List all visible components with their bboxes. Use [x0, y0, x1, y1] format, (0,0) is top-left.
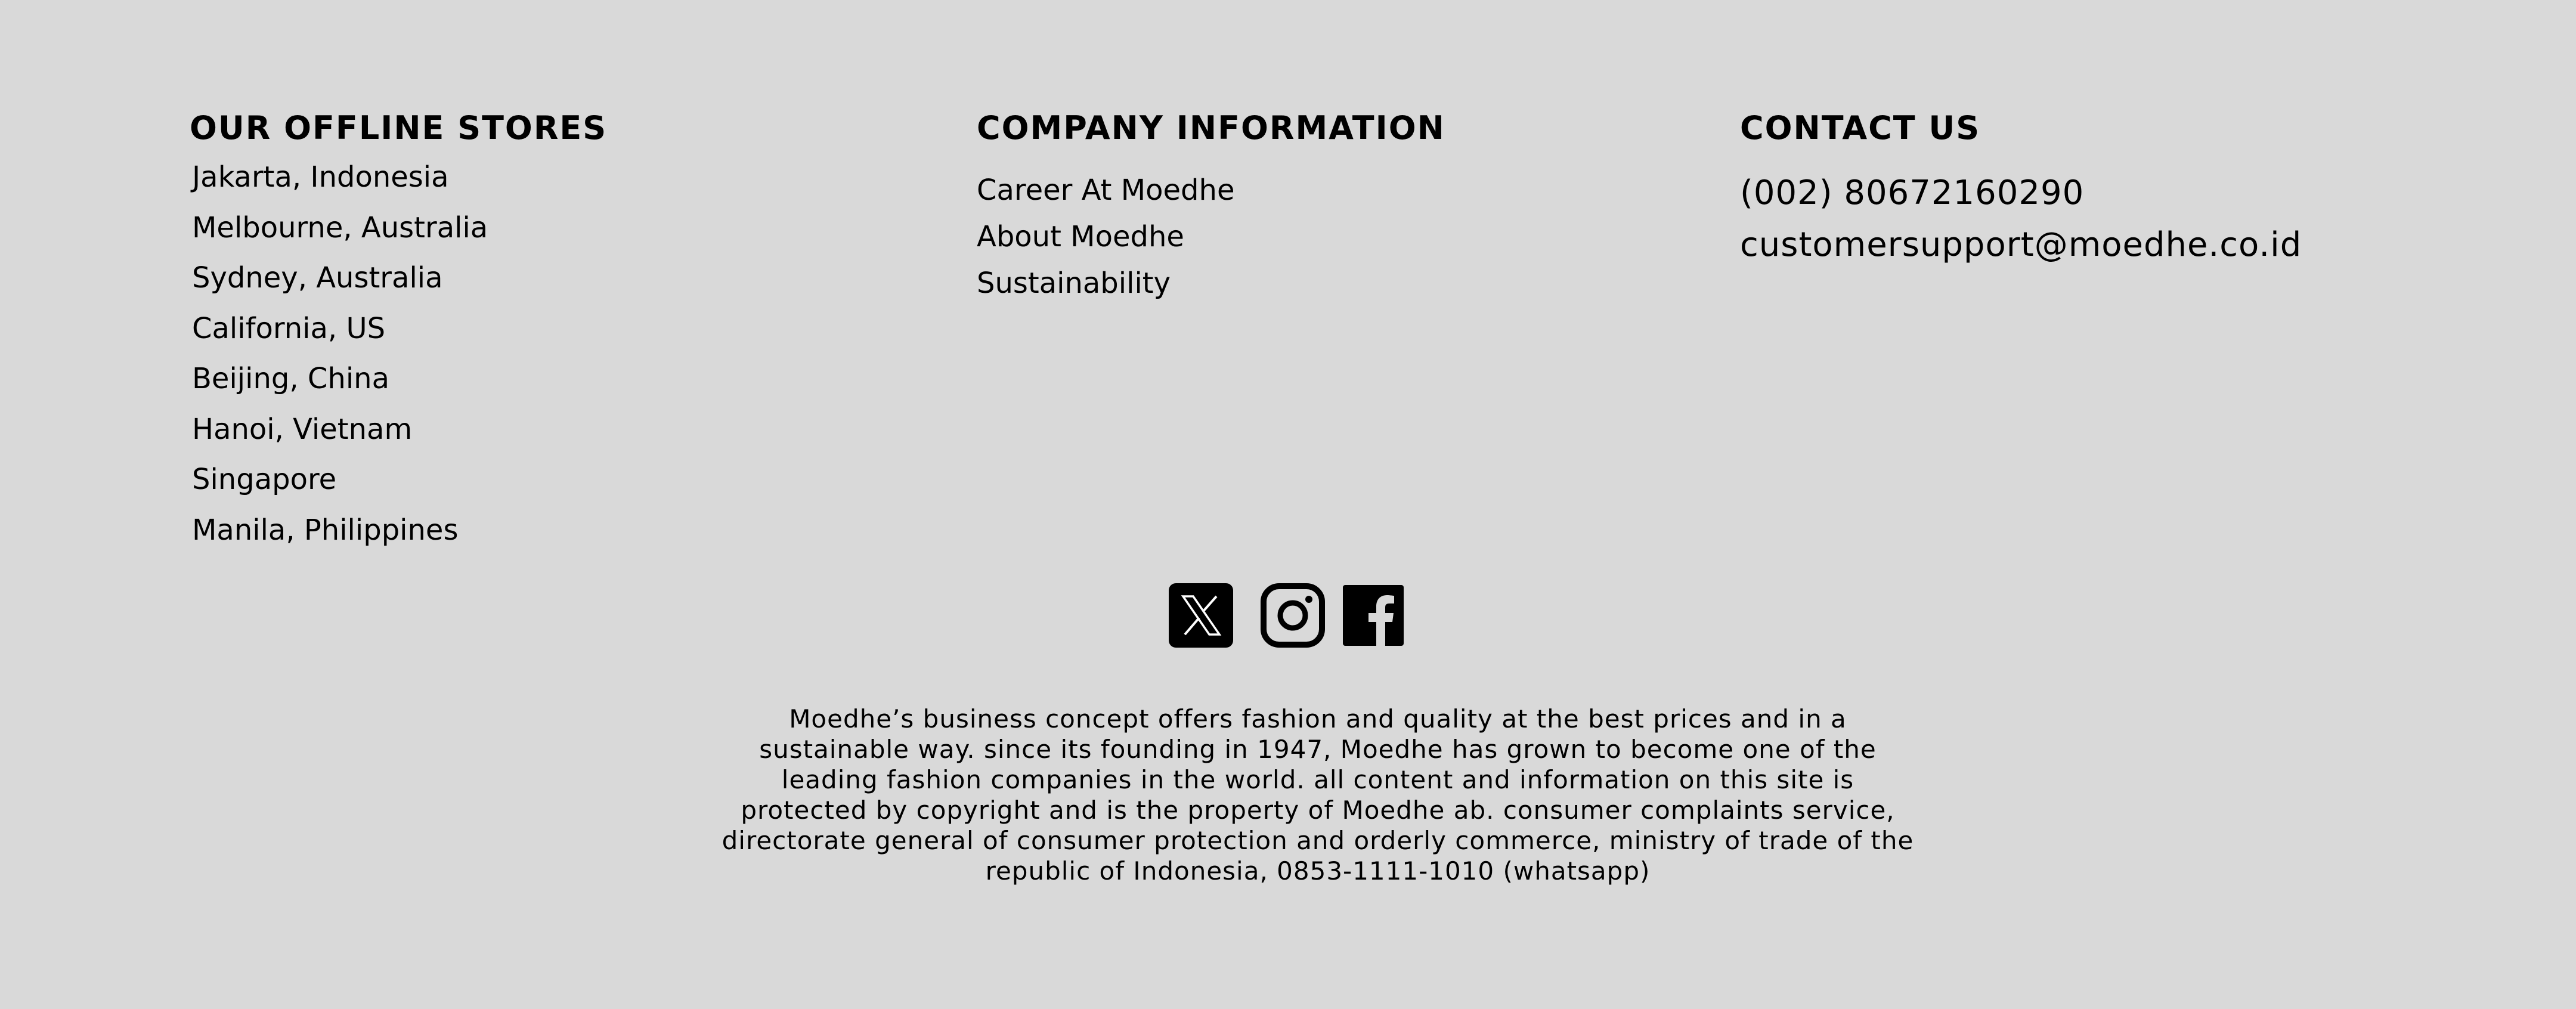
store-link-hanoi[interactable]: Hanoi, Vietnam: [190, 404, 607, 455]
store-link-california[interactable]: California, US: [190, 304, 607, 354]
company-information-heading: COMPANY INFORMATION: [977, 109, 1445, 147]
social-links: [1169, 583, 1404, 648]
facebook-icon: [1343, 585, 1404, 646]
instagram-link[interactable]: [1261, 583, 1325, 648]
email-link[interactable]: customersupport@moedhe.co.id: [1740, 219, 2302, 271]
company-description: Moedhe’s business concept offers fashion…: [722, 704, 1914, 886]
store-link-beijing[interactable]: Beijing, China: [190, 354, 607, 404]
company-information-section: COMPANY INFORMATION Career At Moedhe Abo…: [977, 107, 1445, 307]
offline-stores-section: OUR OFFLINE STORES Jakarta, Indonesia Me…: [190, 107, 607, 555]
career-link[interactable]: Career At Moedhe: [977, 167, 1445, 213]
phone-link[interactable]: (002) 80672160290: [1740, 167, 2302, 219]
company-information-list: Career At Moedhe About Moedhe Sustainabi…: [977, 167, 1445, 307]
store-link-manila[interactable]: Manila, Philippines: [190, 505, 607, 556]
store-link-melbourne[interactable]: Melbourne, Australia: [190, 203, 607, 253]
sustainability-link[interactable]: Sustainability: [977, 260, 1445, 307]
store-link-jakarta[interactable]: Jakarta, Indonesia: [190, 152, 607, 203]
facebook-link[interactable]: [1343, 585, 1404, 646]
contact-list: (002) 80672160290 customersupport@moedhe…: [1740, 167, 2302, 271]
x-link[interactable]: [1169, 583, 1233, 648]
offline-stores-heading: OUR OFFLINE STORES: [190, 109, 608, 147]
offline-stores-list: Jakarta, Indonesia Melbourne, Australia …: [190, 152, 607, 555]
about-link[interactable]: About Moedhe: [977, 213, 1445, 260]
instagram-icon: [1261, 583, 1325, 648]
store-link-singapore[interactable]: Singapore: [190, 454, 607, 505]
contact-section: CONTACT US (002) 80672160290 customersup…: [1740, 107, 2302, 271]
store-link-sydney[interactable]: Sydney, Australia: [190, 253, 607, 304]
x-logo-icon: [1169, 583, 1233, 648]
contact-heading: CONTACT US: [1740, 109, 1981, 147]
